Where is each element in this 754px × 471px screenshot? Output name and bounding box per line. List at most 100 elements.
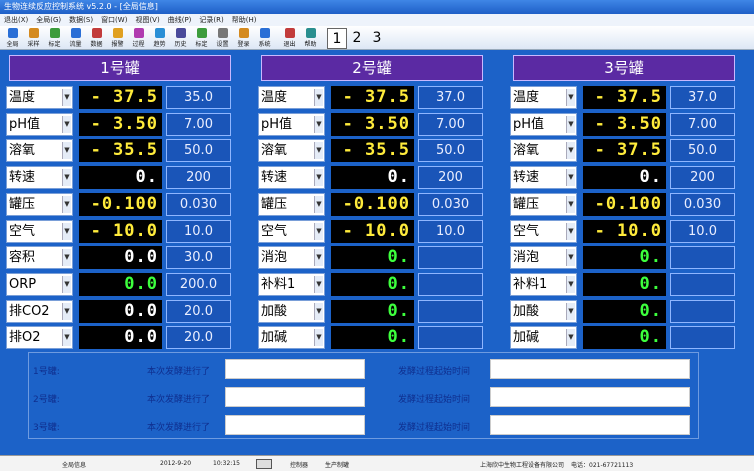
parameter-select[interactable]: 排CO2 ▼ <box>6 299 73 323</box>
chevron-down-icon[interactable]: ▼ <box>314 89 323 106</box>
chevron-down-icon[interactable]: ▼ <box>566 329 575 347</box>
setpoint-field[interactable] <box>418 326 483 350</box>
chevron-down-icon[interactable]: ▼ <box>566 115 575 133</box>
setpoint-field[interactable]: 200 <box>670 166 735 190</box>
parameter-select[interactable]: 消泡 ▼ <box>258 246 325 270</box>
duration-input[interactable] <box>225 387 365 407</box>
setpoint-field[interactable]: 200.0 <box>166 272 231 296</box>
toolbar-button[interactable]: 过程 <box>128 26 149 50</box>
parameter-select[interactable]: 温度 ▼ <box>510 86 577 109</box>
menu-item[interactable]: 全局(G) <box>36 14 61 26</box>
parameter-select[interactable]: ORP ▼ <box>6 272 73 296</box>
parameter-select[interactable]: pH值 ▼ <box>510 112 577 136</box>
chevron-down-icon[interactable]: ▼ <box>314 275 323 293</box>
page-button-3[interactable]: 3 <box>367 28 387 49</box>
setpoint-field[interactable]: 37.0 <box>670 86 735 109</box>
setpoint-field[interactable]: 0.030 <box>166 192 231 216</box>
chevron-down-icon[interactable]: ▼ <box>566 169 575 187</box>
menu-item[interactable]: 退出(X) <box>4 14 28 26</box>
parameter-select[interactable]: 转速 ▼ <box>510 166 577 190</box>
parameter-select[interactable]: 溶氧 ▼ <box>6 139 73 163</box>
parameter-select[interactable]: 溶氧 ▼ <box>510 139 577 163</box>
parameter-select[interactable]: 空气 ▼ <box>510 219 577 243</box>
page-button-2[interactable]: 2 <box>347 28 367 49</box>
parameter-select[interactable]: 加酸 ▼ <box>510 299 577 323</box>
parameter-select[interactable]: 温度 ▼ <box>258 86 325 109</box>
chevron-down-icon[interactable]: ▼ <box>62 169 71 187</box>
setpoint-field[interactable] <box>418 272 483 296</box>
setpoint-field[interactable] <box>670 272 735 296</box>
setpoint-field[interactable]: 35.0 <box>166 86 231 109</box>
setpoint-field[interactable]: 0.030 <box>670 192 735 216</box>
setpoint-field[interactable]: 10.0 <box>418 219 483 243</box>
setpoint-field[interactable]: 10.0 <box>166 219 231 243</box>
menu-item[interactable]: 记录(R) <box>199 14 223 26</box>
setpoint-field[interactable]: 7.00 <box>418 112 483 136</box>
setpoint-field[interactable]: 37.0 <box>418 86 483 109</box>
chevron-down-icon[interactable]: ▼ <box>62 222 71 240</box>
chevron-down-icon[interactable]: ▼ <box>566 195 575 213</box>
toolbar-button[interactable]: 标定 <box>191 26 212 50</box>
duration-input[interactable] <box>225 415 365 435</box>
chevron-down-icon[interactable]: ▼ <box>566 89 575 106</box>
chevron-down-icon[interactable]: ▼ <box>62 89 71 106</box>
parameter-select[interactable]: 补料1 ▼ <box>510 272 577 296</box>
chevron-down-icon[interactable]: ▼ <box>62 249 71 267</box>
chevron-down-icon[interactable]: ▼ <box>566 275 575 293</box>
setpoint-field[interactable] <box>418 246 483 270</box>
setpoint-field[interactable]: 7.00 <box>166 112 231 136</box>
setpoint-field[interactable]: 30.0 <box>166 246 231 270</box>
setpoint-field[interactable]: 50.0 <box>670 139 735 163</box>
setpoint-field[interactable]: 50.0 <box>166 139 231 163</box>
toolbar-button[interactable]: 退出 <box>279 26 300 50</box>
chevron-down-icon[interactable]: ▼ <box>62 195 71 213</box>
chevron-down-icon[interactable]: ▼ <box>566 249 575 267</box>
setpoint-field[interactable]: 200 <box>166 166 231 190</box>
toolbar-button[interactable]: 设置 <box>212 26 233 50</box>
toolbar-button[interactable]: 系统 <box>254 26 275 50</box>
setpoint-field[interactable]: 20.0 <box>166 326 231 350</box>
start-time-input[interactable] <box>490 387 690 407</box>
setpoint-field[interactable] <box>670 299 735 323</box>
chevron-down-icon[interactable]: ▼ <box>566 302 575 320</box>
setpoint-field[interactable]: 50.0 <box>418 139 483 163</box>
parameter-select[interactable]: 加酸 ▼ <box>258 299 325 323</box>
toolbar-button[interactable]: 趋势 <box>149 26 170 50</box>
chevron-down-icon[interactable]: ▼ <box>62 329 71 347</box>
start-time-input[interactable] <box>490 415 690 435</box>
chevron-down-icon[interactable]: ▼ <box>314 222 323 240</box>
parameter-select[interactable]: 罐压 ▼ <box>510 192 577 216</box>
setpoint-field[interactable]: 7.00 <box>670 112 735 136</box>
chevron-down-icon[interactable]: ▼ <box>314 142 323 160</box>
parameter-select[interactable]: 补料1 ▼ <box>258 272 325 296</box>
chevron-down-icon[interactable]: ▼ <box>314 195 323 213</box>
parameter-select[interactable]: 加碱 ▼ <box>510 326 577 350</box>
toolbar-button[interactable]: 历史 <box>170 26 191 50</box>
toolbar-button[interactable]: 采样 <box>23 26 44 50</box>
chevron-down-icon[interactable]: ▼ <box>314 329 323 347</box>
toolbar-button[interactable]: 帮助 <box>300 26 321 50</box>
chevron-down-icon[interactable]: ▼ <box>62 275 71 293</box>
parameter-select[interactable]: 空气 ▼ <box>6 219 73 243</box>
toolbar-button[interactable]: 数据 <box>86 26 107 50</box>
parameter-select[interactable]: 容积 ▼ <box>6 246 73 270</box>
parameter-select[interactable]: 转速 ▼ <box>6 166 73 190</box>
chevron-down-icon[interactable]: ▼ <box>566 142 575 160</box>
chevron-down-icon[interactable]: ▼ <box>314 115 323 133</box>
duration-input[interactable] <box>225 359 365 379</box>
setpoint-field[interactable]: 20.0 <box>166 299 231 323</box>
parameter-select[interactable]: 空气 ▼ <box>258 219 325 243</box>
parameter-select[interactable]: 溶氧 ▼ <box>258 139 325 163</box>
chevron-down-icon[interactable]: ▼ <box>314 302 323 320</box>
parameter-select[interactable]: 罐压 ▼ <box>6 192 73 216</box>
chevron-down-icon[interactable]: ▼ <box>62 115 71 133</box>
menu-item[interactable]: 帮助(H) <box>232 14 257 26</box>
setpoint-field[interactable]: 0.030 <box>418 192 483 216</box>
parameter-select[interactable]: pH值 ▼ <box>258 112 325 136</box>
menu-item[interactable]: 曲线(P) <box>168 14 192 26</box>
parameter-select[interactable]: 罐压 ▼ <box>258 192 325 216</box>
setpoint-field[interactable] <box>418 299 483 323</box>
parameter-select[interactable]: 排O2 ▼ <box>6 326 73 350</box>
menu-item[interactable]: 视图(V) <box>135 14 159 26</box>
setpoint-field[interactable]: 10.0 <box>670 219 735 243</box>
